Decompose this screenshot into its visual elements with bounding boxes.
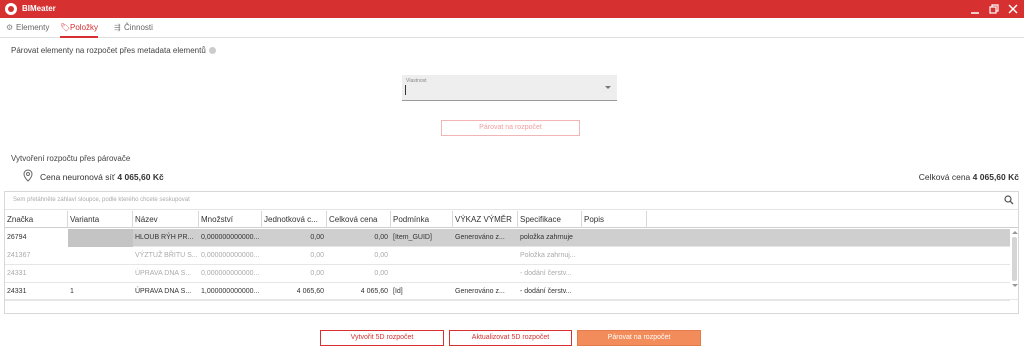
tab-label: Činnosti	[124, 23, 153, 32]
metadata-section-title-text: Párovat elementy na rozpočet přes metada…	[11, 46, 206, 55]
column-header[interactable]: Značka	[5, 211, 68, 228]
table-row[interactable]: 241367 VÝZTUŽ BŘITU S... 0,000000000000.…	[5, 247, 1010, 265]
tab-label: Položky	[70, 23, 99, 32]
tab-cinnosti[interactable]: ⇶ Činnosti	[114, 23, 153, 38]
metadata-section-title: Párovat elementy na rozpočet přes metada…	[11, 46, 216, 55]
cell-specifikace: položka zahrnuje	[520, 234, 573, 241]
cell-jednotkova: 0,00	[310, 252, 324, 259]
table-row[interactable]: 26794 HLOUB RÝH PR... 0,000000000000... …	[5, 229, 1010, 247]
column-header[interactable]: Název	[133, 211, 199, 228]
cell-popis	[582, 265, 647, 283]
column-header[interactable]: Varianta	[68, 211, 133, 228]
pair-metadata-button[interactable]: Párovat na rozpočet	[441, 120, 580, 136]
budget-grid: Sem přetáhněte záhlaví sloupce, podle kt…	[4, 191, 1019, 314]
chevron-down-icon[interactable]	[605, 86, 611, 89]
scroll-thumb[interactable]	[1012, 237, 1017, 281]
window-title: BIMeater	[22, 4, 56, 13]
property-select[interactable]: Vlastnost	[402, 75, 617, 101]
help-icon[interactable]	[208, 47, 216, 54]
cell-varianta	[68, 229, 133, 247]
table-row[interactable]: 24331 ÚPRAVA DNA S... 0,000000000000... …	[5, 265, 1010, 283]
search-icon[interactable]	[1004, 195, 1014, 207]
cell-celkova: 0,00	[374, 252, 388, 259]
total-price-value: 4 065,60 Kč	[972, 172, 1019, 182]
cell-znacka: 24331	[7, 270, 27, 277]
pair-budget-button[interactable]: Párovat na rozpočet	[577, 330, 701, 346]
title-bar: BIMeater	[0, 0, 1024, 18]
items-tag-icon: 🏷	[60, 23, 71, 32]
total-price-label: Celková cena	[918, 172, 971, 182]
tab-elementy[interactable]: ⚙ Elementy	[6, 23, 49, 38]
neural-price-value: 4 065,60 Kč	[117, 172, 164, 182]
cell-specifikace: Položka zahrnuj...	[520, 252, 576, 259]
cell-vykaz	[453, 265, 518, 283]
column-header[interactable]: Popis	[582, 211, 647, 228]
cell-varianta	[68, 265, 133, 283]
cell-nazev: VÝZTUŽ BŘITU S...	[135, 252, 198, 259]
column-header[interactable]: Celková cena	[327, 211, 391, 228]
column-header[interactable]: Specifikace	[518, 211, 582, 228]
price-row: Cena neuronová síť 4 065,60 Kč Celková c…	[0, 168, 1024, 186]
cell-popis	[582, 247, 647, 265]
column-header[interactable]: Jednotková c...	[262, 211, 327, 228]
restore-icon[interactable]	[986, 1, 1002, 17]
cell-mnozstvi: 0,000000000000...	[201, 234, 260, 241]
cell-jednotkova: 0,00	[310, 270, 324, 277]
property-select-label: Vlastnost	[406, 78, 427, 84]
cell-vykaz	[453, 247, 518, 265]
cell-popis	[582, 229, 647, 247]
tab-bar: ⚙ Elementy 🏷Položky ⇶ Činnosti	[0, 20, 1024, 38]
cell-specifikace: - dodání čerstv...	[520, 270, 572, 277]
update-5d-budget-button[interactable]: Aktualizovat 5D rozpočet	[449, 330, 572, 346]
tab-polozky[interactable]: 🏷Položky	[60, 23, 99, 38]
activities-icon: ⇶	[114, 23, 121, 32]
cell-mnozstvi: 0,000000000000...	[201, 252, 260, 259]
cell-vykaz: Generováno z...	[455, 234, 505, 241]
cell-nazev: HLOUB RÝH PR...	[135, 234, 194, 241]
budget-section-title: Vytvoření rozpočtu přes párovače	[11, 154, 131, 163]
column-header[interactable]: Množství	[199, 211, 262, 228]
cell-jednotkova: 0,00	[310, 234, 324, 241]
neural-price-label: Cena neuronová síť	[40, 172, 116, 182]
cell-podminka	[391, 247, 453, 265]
cell-mnozstvi: 0,000000000000...	[201, 270, 260, 277]
app-logo-icon	[5, 3, 17, 15]
tab-label: Elementy	[16, 23, 50, 32]
cell-varianta	[68, 247, 133, 265]
cell-celkova: 0,00	[374, 234, 388, 241]
scroll-down-icon[interactable]	[1012, 284, 1018, 287]
cell-znacka: 26794	[5, 229, 68, 247]
vertical-scrollbar[interactable]	[1011, 229, 1018, 291]
location-pin-icon	[23, 169, 33, 184]
minimize-icon[interactable]	[967, 1, 983, 17]
text-caret	[405, 85, 406, 95]
cell-znacka: 241367	[7, 252, 31, 259]
grid-header: Značka Varianta Název Množství Jednotkov…	[5, 211, 1018, 228]
close-icon[interactable]	[1005, 1, 1021, 17]
neural-price: Cena neuronová síť 4 065,60 Kč	[40, 172, 164, 182]
cell-nazev: ÚPRAVA DNA S...	[135, 270, 192, 277]
cell-celkova: 0,00	[374, 270, 388, 277]
cell-podminka: [Item_GUID]	[393, 234, 432, 241]
total-price: Celková cena 4 065,60 Kč	[919, 172, 1019, 182]
elements-icon: ⚙	[6, 23, 14, 32]
column-header[interactable]: Podmínka	[391, 211, 453, 228]
group-hint: Sem přetáhněte záhlaví sloupce, podle kt…	[13, 197, 190, 203]
cell-podminka	[391, 265, 453, 283]
column-header[interactable]: VÝKAZ VÝMĚR	[453, 211, 518, 228]
create-5d-budget-button[interactable]: Vytvořit 5D rozpočet	[320, 330, 444, 346]
horizontal-scrollbar[interactable]	[5, 299, 1018, 313]
scroll-up-icon[interactable]	[1012, 231, 1018, 234]
group-panel[interactable]: Sem přetáhněte záhlaví sloupce, podle kt…	[5, 192, 1018, 210]
